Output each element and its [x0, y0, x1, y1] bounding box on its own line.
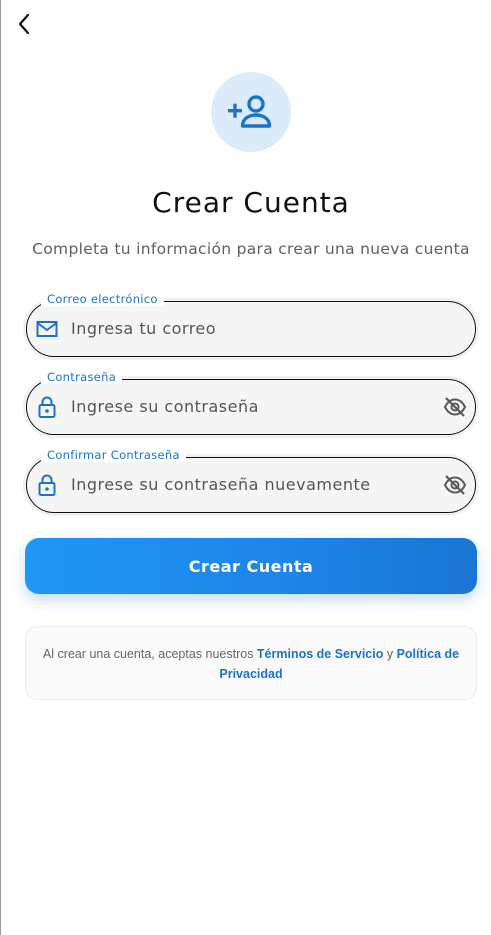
terms-notice: Al crear una cuenta, aceptas nuestros Té… [25, 626, 477, 700]
page-title: Crear Cuenta [152, 186, 350, 219]
avatar-badge [211, 72, 291, 152]
create-account-button-label: Crear Cuenta [188, 556, 314, 576]
chevron-left-icon [18, 13, 30, 35]
password-input[interactable]: Ingrese su contraseña [71, 380, 259, 434]
lock-icon [36, 474, 58, 496]
lock-icon [36, 396, 58, 418]
eye-off-icon[interactable] [442, 473, 468, 497]
person-add-icon [228, 95, 272, 128]
mail-icon [36, 318, 58, 340]
terms-connector: y [383, 647, 397, 661]
email-input[interactable]: Ingresa tu correo [71, 302, 216, 356]
window-edge [0, 0, 1, 935]
confirm-password-input[interactable]: Ingrese su contraseña nuevamente [71, 458, 371, 512]
terms-prefix: Al crear una cuenta, aceptas nuestros [42, 647, 257, 661]
create-account-button[interactable]: Crear Cuenta [25, 538, 477, 594]
password-field[interactable]: Contraseña Ingrese su contraseña [26, 370, 476, 435]
page-subtitle: Completa tu información para crear una n… [32, 240, 470, 258]
email-field[interactable]: Correo electrónico Ingresa tu correo [26, 292, 476, 357]
confirm-password-field[interactable]: Confirmar Contraseña Ingrese su contrase… [26, 448, 476, 513]
eye-off-icon[interactable] [442, 395, 468, 419]
back-button[interactable] [12, 11, 36, 37]
terms-of-service-link[interactable]: Términos de Servicio [257, 647, 383, 661]
